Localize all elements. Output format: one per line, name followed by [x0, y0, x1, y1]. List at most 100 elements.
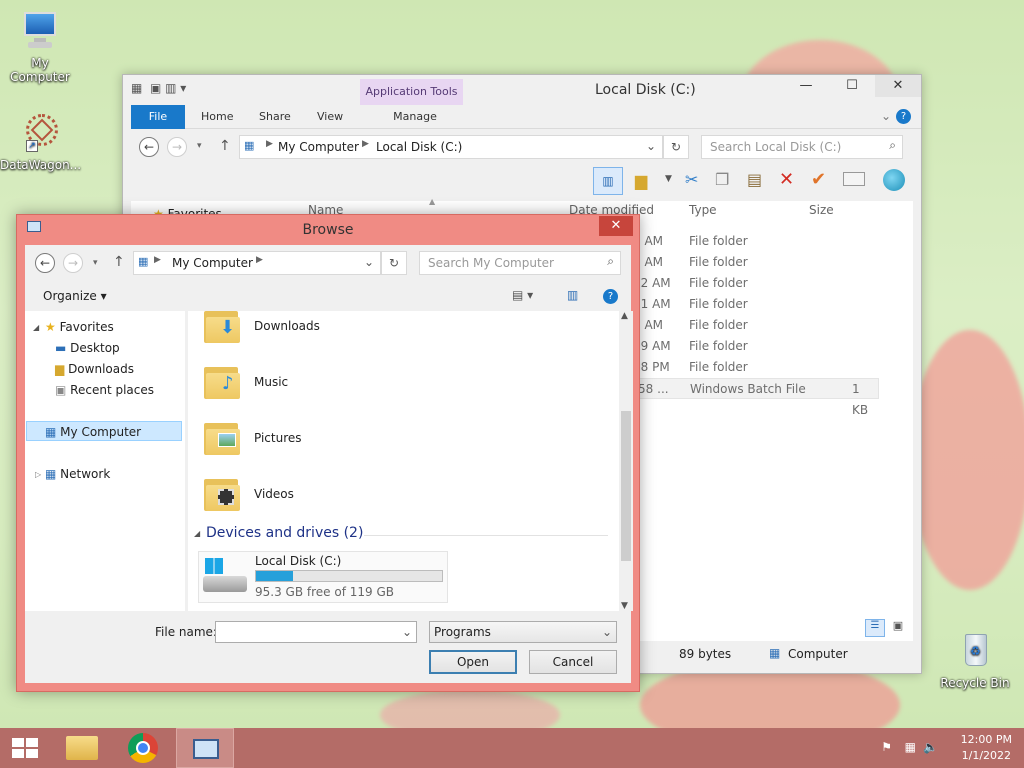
sidebar-item-recent[interactable]: ▣ Recent places: [55, 380, 154, 400]
refresh-button[interactable]: ↻: [663, 135, 689, 159]
tab-file[interactable]: File: [131, 105, 185, 129]
folder-options-icon[interactable]: ▆: [635, 171, 647, 190]
refresh-button[interactable]: ↻: [381, 251, 407, 275]
status-size: 89 bytes: [679, 647, 732, 661]
table-row[interactable]: 09 AM File folder: [633, 336, 883, 357]
network-tray-icon[interactable]: ▦: [905, 740, 916, 754]
taskbar-active-app[interactable]: [176, 728, 234, 768]
file-rows: 3 AM File folder 2 AM File folder 22 AM Fil…: [633, 231, 883, 417]
forward-button[interactable]: →: [63, 253, 83, 273]
table-row[interactable]: 2 AM File folder: [633, 252, 883, 273]
desktop-icon-recycle-bin[interactable]: ♻ Recycle Bin: [935, 630, 1015, 690]
help-icon[interactable]: ?: [603, 289, 618, 304]
preview-pane-icon[interactable]: ▥: [567, 288, 578, 302]
dialog-close-button[interactable]: ✕: [599, 216, 633, 236]
clock[interactable]: 12:00 PM 1/1/2022: [961, 732, 1012, 764]
help-icon[interactable]: ?: [896, 109, 911, 124]
list-item[interactable]: Music: [254, 375, 288, 389]
folder-icon-videos[interactable]: [204, 475, 242, 513]
address-dropdown-icon[interactable]: ⌄: [646, 139, 656, 153]
delete-icon[interactable]: ✕: [779, 169, 794, 190]
address-bar[interactable]: ▦ ▶ My Computer ▶ Local Disk (C:) ⌄: [239, 135, 663, 159]
tab-manage[interactable]: Manage: [363, 105, 467, 129]
address-bar[interactable]: ▦ ▶ My Computer ▶ ⌄: [133, 251, 381, 275]
preview-pane-icon[interactable]: ▥: [593, 167, 623, 195]
start-button[interactable]: [0, 728, 58, 768]
drive-tile[interactable]: Local Disk (C:) 95.3 GB free of 119 GB: [198, 551, 448, 603]
folder-icon-music[interactable]: ♪: [204, 363, 242, 401]
cancel-button[interactable]: Cancel: [529, 650, 617, 674]
details-view-icon[interactable]: ☰: [865, 619, 885, 637]
sidebar-item-network[interactable]: ▦ Network: [45, 464, 110, 484]
tab-share[interactable]: Share: [245, 105, 305, 129]
tab-home[interactable]: Home: [187, 105, 247, 129]
explorer-titlebar[interactable]: ▦ ▣ ▥ ▾ Application Tools Local Disk (C:…: [123, 75, 921, 105]
paste-icon[interactable]: ▤: [747, 170, 762, 189]
globe-icon[interactable]: [883, 169, 905, 191]
taskbar-file-explorer[interactable]: [54, 728, 112, 768]
up-button[interactable]: ↑: [219, 138, 231, 154]
list-item[interactable]: Downloads: [254, 319, 320, 333]
table-row[interactable]: 38 PM File folder: [633, 357, 883, 378]
volume-muted-icon[interactable]: 🔈: [923, 740, 938, 754]
minimize-button[interactable]: —: [783, 75, 829, 97]
back-button[interactable]: ←: [139, 137, 159, 157]
cut-icon[interactable]: ✂: [685, 170, 698, 189]
desktop-icon-my-computer[interactable]: My Computer: [0, 10, 80, 84]
devices-header[interactable]: Devices and drives (2): [206, 525, 363, 541]
breadcrumb-local-disk[interactable]: Local Disk (C:): [376, 140, 462, 154]
collapse-icon[interactable]: ◢: [194, 529, 200, 538]
search-icon: ⌕: [889, 138, 896, 152]
recent-locations-icon[interactable]: ▾: [197, 141, 202, 151]
list-item[interactable]: Videos: [254, 487, 294, 501]
address-dropdown-icon[interactable]: ⌄: [364, 255, 374, 269]
checkmark-icon[interactable]: ✔: [811, 169, 826, 190]
large-icons-view-icon[interactable]: ▣: [889, 619, 907, 637]
expand-icon[interactable]: ▷: [35, 470, 41, 479]
list-item[interactable]: Pictures: [254, 431, 302, 445]
ribbon-expand-icon[interactable]: ⌄: [881, 109, 891, 123]
folder-icon-pictures[interactable]: [204, 419, 242, 457]
maximize-button[interactable]: ☐: [829, 75, 875, 97]
search-input[interactable]: Search Local Disk (C:) ⌕: [701, 135, 903, 159]
chevron-down-icon[interactable]: ⌄: [602, 622, 612, 642]
table-row[interactable]: 11 AM File folder: [633, 294, 883, 315]
breadcrumb-my-computer[interactable]: My Computer: [172, 256, 253, 270]
chevron-down-icon[interactable]: ▼: [665, 174, 672, 184]
back-button[interactable]: ←: [35, 253, 55, 273]
change-view-icon[interactable]: ▤ ▾: [512, 288, 533, 302]
browse-dialog: Browse ✕ ← → ▾ ↑ ▦ ▶ My Computer ▶ ⌄ ↻ S…: [16, 214, 640, 692]
forward-button[interactable]: →: [167, 137, 187, 157]
sidebar-item-my-computer[interactable]: ▦ My Computer: [26, 421, 182, 441]
scrollbar[interactable]: ▲ ▼: [619, 311, 633, 611]
folder-icon-downloads[interactable]: ⬇: [204, 311, 242, 345]
table-row[interactable]: :58 ... Windows Batch File 1 KB: [633, 378, 879, 417]
filetype-select[interactable]: Programs ⌄: [429, 621, 617, 643]
organize-button[interactable]: Organize ▾: [43, 289, 107, 303]
sidebar-item-desktop[interactable]: ▬ Desktop: [55, 338, 120, 358]
recent-locations-icon[interactable]: ▾: [93, 258, 98, 268]
sidebar-item-favorites[interactable]: ★ Favorites: [45, 317, 114, 337]
expand-icon[interactable]: ◢: [33, 323, 39, 332]
action-center-icon[interactable]: ⚑: [881, 740, 892, 754]
copy-icon[interactable]: ❐: [715, 170, 729, 189]
column-type[interactable]: Type: [689, 203, 717, 217]
open-button[interactable]: Open: [429, 650, 517, 674]
rename-icon[interactable]: [843, 172, 865, 186]
table-row[interactable]: 0 AM File folder: [633, 315, 883, 336]
computer-icon: [18, 10, 62, 54]
up-button[interactable]: ↑: [113, 254, 125, 270]
desktop-icon-datawagon[interactable]: ↗ DataWagon...: [0, 112, 81, 172]
search-input[interactable]: Search My Computer ⌕: [419, 251, 621, 275]
taskbar-chrome[interactable]: [114, 728, 172, 768]
sidebar-item-downloads[interactable]: ▆ Downloads: [55, 359, 134, 379]
breadcrumb-my-computer[interactable]: My Computer: [278, 140, 359, 154]
chevron-down-icon[interactable]: ⌄: [402, 622, 412, 642]
filename-input[interactable]: ⌄: [215, 621, 417, 643]
column-size[interactable]: Size: [809, 203, 834, 217]
tab-view[interactable]: View: [303, 105, 357, 129]
scrollbar-thumb[interactable]: [621, 411, 631, 561]
table-row[interactable]: 22 AM File folder: [633, 273, 883, 294]
table-row[interactable]: 3 AM File folder: [633, 231, 883, 252]
close-button[interactable]: ✕: [875, 75, 921, 97]
